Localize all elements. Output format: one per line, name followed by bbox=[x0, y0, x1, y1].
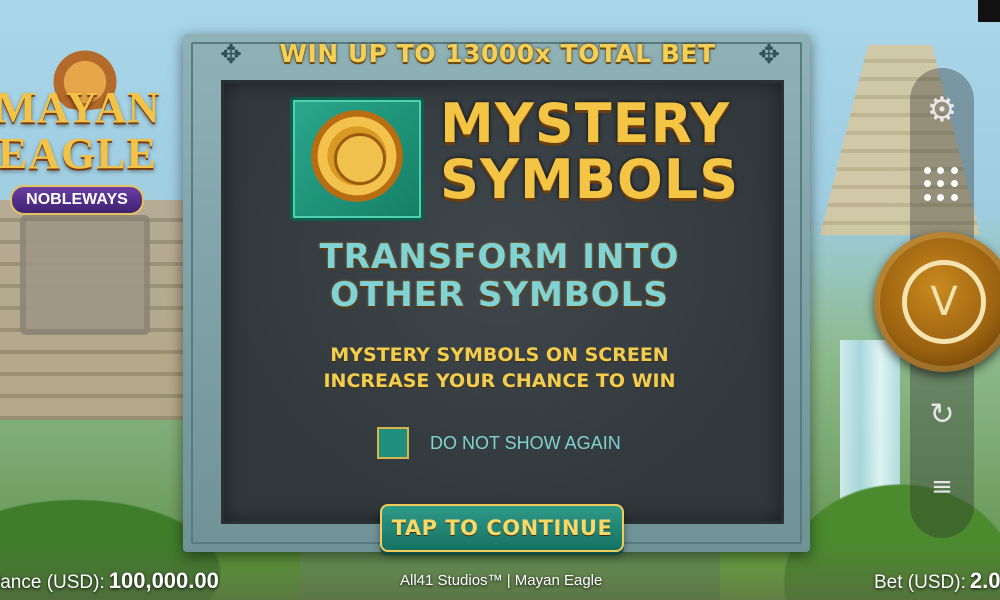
feature-description: MYSTERY SYMBOLS ON SCREEN INCREASE YOUR … bbox=[221, 342, 778, 394]
max-win-banner: WIN UP TO 13000x TOTAL BET bbox=[279, 39, 716, 68]
mystery-symbol-tile bbox=[290, 97, 424, 221]
balance-display: lance (USD): 100,000.00 bbox=[0, 566, 219, 596]
eagle-totem-illustration bbox=[20, 215, 150, 335]
feature-title-line2: SYMBOLS bbox=[440, 148, 740, 211]
feature-description-line2: INCREASE YOUR CHANCE TO WIN bbox=[323, 370, 676, 392]
feature-subtitle-line1: TRANSFORM INTO bbox=[319, 237, 680, 277]
feature-subtitle: TRANSFORM INTO OTHER SYMBOLS bbox=[221, 238, 778, 314]
logo-title-line1: MAYAN bbox=[0, 83, 161, 132]
feature-title-line1: MYSTERY bbox=[440, 92, 731, 155]
feature-subtitle-line2: OTHER SYMBOLS bbox=[330, 275, 669, 315]
gear-icon[interactable]: ⚙ bbox=[922, 90, 962, 130]
mayan-face-icon bbox=[334, 133, 386, 185]
tap-to-continue-button[interactable]: TAP TO CONTINUE bbox=[380, 504, 624, 552]
feature-description-line1: MYSTERY SYMBOLS ON SCREEN bbox=[330, 344, 669, 366]
balance-label: lance (USD): bbox=[0, 572, 105, 593]
coin-stack-icon[interactable]: ≡ bbox=[920, 470, 964, 504]
do-not-show-again-label[interactable]: DO NOT SHOW AGAIN bbox=[430, 430, 621, 456]
corner-indicator bbox=[978, 0, 1000, 22]
game-logo: MAYAN EAGLE NOBLEWAYS bbox=[0, 30, 165, 220]
bet-value: 2.0 bbox=[969, 568, 1000, 593]
bet-display[interactable]: Bet (USD): 2.0 bbox=[874, 566, 1000, 596]
logo-title-line2: EAGLE bbox=[0, 129, 158, 178]
feature-title: MYSTERY SYMBOLS bbox=[440, 92, 740, 211]
bet-label: Bet (USD): bbox=[874, 572, 966, 593]
logo-badge: NOBLEWAYS bbox=[10, 185, 144, 215]
autoplay-icon[interactable]: ↻ bbox=[925, 398, 959, 432]
corner-ornament-icon: ✥ bbox=[758, 40, 780, 70]
menu-grid-icon[interactable] bbox=[924, 167, 960, 203]
studio-credit: All41 Studios™ | Mayan Eagle bbox=[400, 572, 603, 589]
do-not-show-again-checkbox[interactable] bbox=[377, 427, 409, 459]
balance-value: 100,000.00 bbox=[108, 568, 219, 593]
spin-icon[interactable]: V bbox=[902, 260, 986, 344]
corner-ornament-icon: ✥ bbox=[220, 40, 242, 70]
